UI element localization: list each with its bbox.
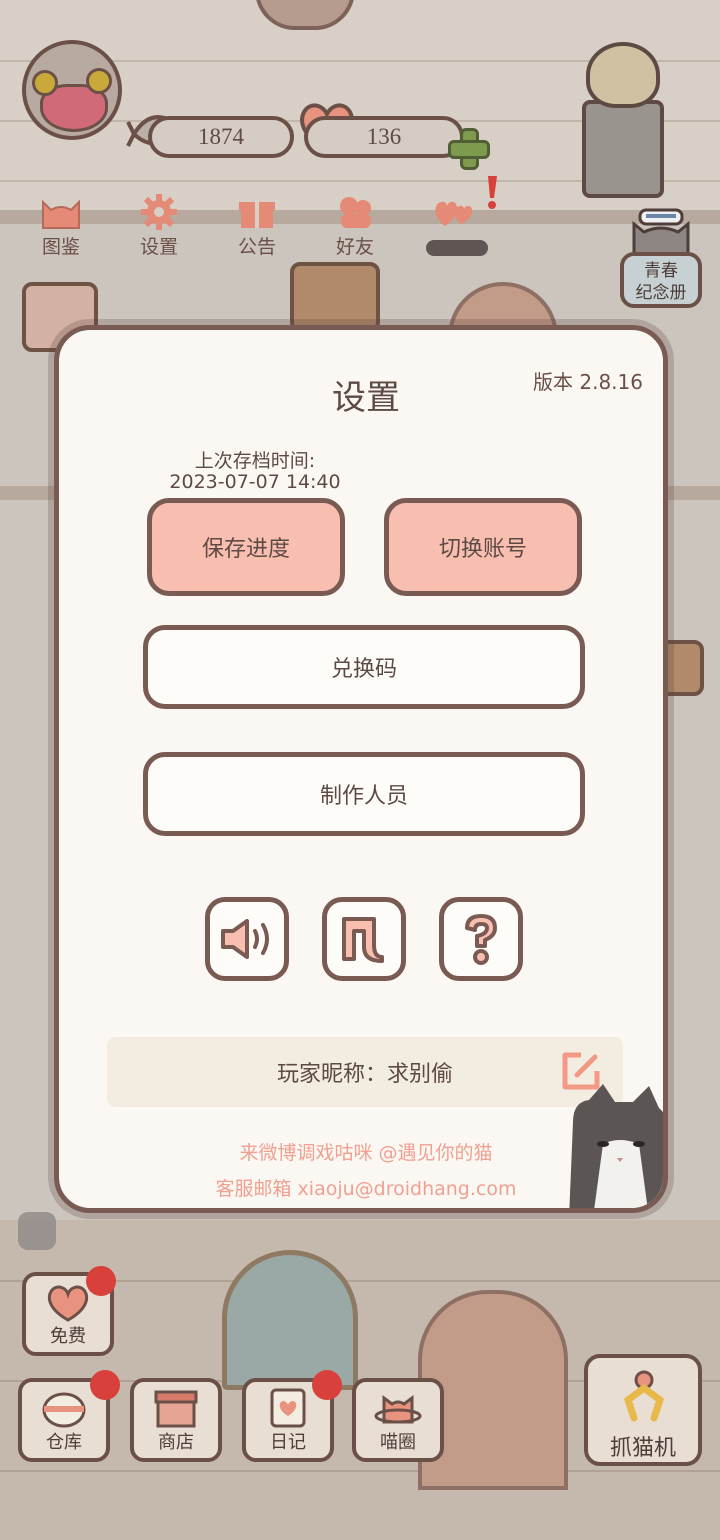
nickname-label: 玩家昵称：求别偷 [276,1062,453,1087]
cat-circle-button[interactable]: 喵圈 [352,1378,444,1462]
sound-icon [221,919,269,959]
frame-decoration [290,262,380,332]
add-hearts-button[interactable] [448,128,490,170]
help-icon [465,914,497,965]
help-button[interactable] [439,897,523,981]
shop-icon [154,1390,198,1428]
diary-icon [270,1388,306,1428]
tab-selection-indicator [426,240,488,256]
version-label: 版本 2.8.16 [533,370,643,394]
claw-icon [623,1370,665,1422]
gear-icon [141,194,177,230]
cat-photo [569,1084,663,1208]
notification-dot [90,1370,120,1400]
cat-face-icon [42,199,80,229]
player-nickname-bar: 玩家昵称：求别偷 [107,1037,623,1107]
switch-account-button[interactable]: 切换账号 [384,498,582,596]
gift-icon [239,200,275,228]
notification-exclamation-icon [488,176,497,209]
notification-dot [86,1266,116,1296]
shop-button[interactable]: 商店 [130,1378,222,1462]
memorial-label: 青春 纪念册 [620,252,702,308]
last-save-time: 2023-07-07 14:40 [169,471,341,493]
hearts-icon [435,201,473,226]
settings-dialog: 设置 版本 2.8.16 上次存档时间: 2023-07-07 14:40 保存… [54,325,668,1213]
sound-toggle-button[interactable] [205,897,289,981]
warehouse-icon [42,1392,86,1428]
music-icon [342,917,384,963]
redeem-code-button[interactable]: 兑换码 [143,625,585,709]
tab-collection[interactable]: 图鉴 [20,190,102,264]
music-toggle-button[interactable] [322,897,406,981]
friends-icon [340,197,371,228]
player-avatar[interactable] [22,40,122,140]
claw-machine-button[interactable]: 抓猫机 [584,1354,702,1466]
youth-memorial-button[interactable]: 青春 纪念册 [620,206,702,308]
heart-icon [47,1285,89,1322]
credits-button[interactable]: 制作人员 [143,752,585,836]
fish-count: 1874 [198,124,244,149]
heart-count: 136 [366,124,402,149]
kettle [586,42,660,108]
fish-counter: 1874 [148,116,294,158]
stove [582,100,664,198]
tab-announcement[interactable]: 公告 [216,190,298,264]
room-window [222,1250,358,1390]
chat-toggle-button[interactable] [18,1212,56,1250]
tab-settings[interactable]: 设置 [118,190,200,264]
flower-decoration [32,70,58,96]
save-progress-button[interactable]: 保存进度 [147,498,345,596]
heart-counter: 136 [304,116,464,158]
last-save-label: 上次存档时间: [194,450,316,472]
tab-friends[interactable]: 好友 [314,190,396,264]
cat-planet-icon [374,1395,422,1424]
top-tab-bar: 图鉴 设置 公告 好友 [20,190,520,270]
flower-decoration [86,68,112,94]
notification-dot [312,1370,342,1400]
